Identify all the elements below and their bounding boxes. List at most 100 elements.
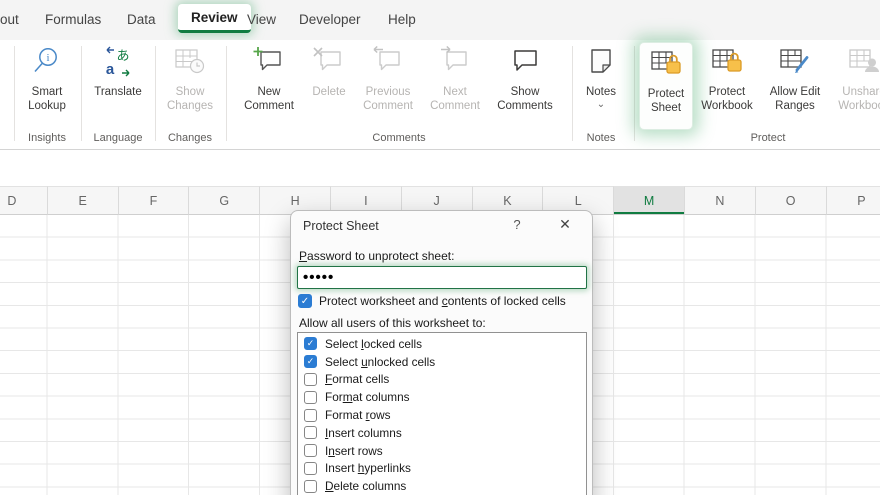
next-comment-icon (438, 46, 472, 83)
formula-bar-area (0, 150, 880, 186)
previous-comment-icon (371, 46, 405, 83)
ribbon-button-label: Protect Sheet (640, 87, 692, 115)
protect-option-row[interactable]: Delete columns (298, 477, 586, 495)
protect-sheet-button[interactable]: Protect Sheet (640, 43, 692, 129)
protect-option-row[interactable]: ✓ Select locked cells (298, 335, 586, 353)
group-divider (226, 46, 227, 141)
option-label: Format cells (325, 372, 389, 386)
protect-option-row[interactable]: Format rows (298, 406, 586, 424)
ribbon-button-label: Previous Comment (351, 85, 425, 113)
allow-edit-ranges-icon (778, 46, 812, 83)
option-checkbox[interactable] (304, 480, 317, 493)
option-checkbox[interactable] (304, 426, 317, 439)
next-comment-button[interactable]: Next Comment (418, 46, 492, 113)
excel-window: out Formulas Data Review View Developer … (0, 0, 880, 495)
smart-lookup-button[interactable]: i Smart Lookup (16, 46, 78, 113)
allow-users-label: Allow all users of this worksheet to: (299, 316, 486, 330)
previous-comment-button[interactable]: Previous Comment (351, 46, 425, 113)
group-divider (155, 46, 156, 141)
new-comment-icon (252, 46, 286, 83)
show-comments-button[interactable]: Show Comments (488, 46, 562, 113)
option-label: Insert hyperlinks (325, 461, 411, 475)
password-input[interactable] (297, 266, 587, 289)
tab-developer[interactable]: Developer (299, 12, 361, 27)
option-checkbox[interactable] (304, 373, 317, 386)
option-checkbox[interactable] (304, 409, 317, 422)
protect-workbook-button[interactable]: Protect Workbook (696, 46, 758, 113)
svg-text:あ: あ (116, 48, 129, 63)
group-label-changes: Changes (142, 132, 238, 144)
protect-option-row[interactable]: Insert columns (298, 424, 586, 442)
protect-option-row[interactable]: Insert hyperlinks (298, 460, 586, 478)
translate-button[interactable]: あ a Translate (87, 46, 149, 99)
ribbon-button-label: Unshare Workbook (829, 85, 880, 113)
protect-sheet-icon (649, 48, 683, 85)
option-checkbox[interactable] (304, 444, 317, 457)
ribbon-button-label: Show Comments (488, 85, 562, 113)
help-icon[interactable]: ? (507, 217, 527, 232)
allow-edit-ranges-button[interactable]: Allow Edit Ranges (758, 46, 832, 113)
protect-option-row[interactable]: Format cells (298, 371, 586, 389)
option-label: Insert rows (325, 444, 383, 458)
option-label: Select unlocked cells (325, 355, 435, 369)
protect-worksheet-checkbox-row[interactable]: ✓ Protect worksheet and contents of lock… (298, 294, 566, 308)
protect-worksheet-checkbox[interactable]: ✓ (298, 294, 312, 308)
group-label-comments: Comments (351, 132, 447, 144)
notes-button[interactable]: Notes ⌄ (570, 46, 632, 109)
column-header-D[interactable]: D (0, 186, 48, 215)
group-label-protect: Protect (720, 132, 816, 144)
option-label: Delete columns (325, 479, 406, 493)
show-comments-icon (508, 46, 542, 83)
option-checkbox[interactable] (304, 391, 317, 404)
column-header-N[interactable]: N (685, 186, 756, 215)
chevron-down-icon: ⌄ (597, 101, 605, 109)
option-label: Format columns (325, 390, 410, 404)
ribbon-button-label: Notes (586, 85, 616, 99)
new-comment-button[interactable]: New Comment (238, 46, 300, 113)
protect-sheet-dialog: Protect Sheet ? ✕ Password to unprotect … (290, 210, 593, 495)
dialog-title: Protect Sheet (303, 219, 379, 233)
option-checkbox[interactable]: ✓ (304, 355, 317, 368)
tab-data[interactable]: Data (127, 12, 156, 27)
unshare-workbook-button[interactable]: Unshare Workbook (829, 46, 880, 113)
tab-review[interactable]: Review (178, 4, 251, 33)
ribbon-tab-bar: out Formulas Data Review View Developer … (0, 0, 880, 40)
column-header-G[interactable]: G (189, 186, 260, 215)
tab-formulas[interactable]: Formulas (45, 12, 101, 27)
option-checkbox[interactable]: ✓ (304, 337, 317, 350)
group-divider (14, 46, 15, 141)
group-divider (634, 46, 635, 141)
protect-option-row[interactable]: Format columns (298, 388, 586, 406)
close-icon[interactable]: ✕ (553, 216, 577, 233)
tab-view[interactable]: View (247, 12, 276, 27)
delete-comment-icon (312, 46, 346, 83)
option-label: Format rows (325, 408, 391, 422)
ribbon: i Smart Lookup あ a Translate (0, 40, 880, 150)
protect-worksheet-label: Protect worksheet and contents of locked… (319, 294, 566, 308)
notes-icon (584, 46, 618, 83)
password-label: Password to unprotect sheet: (299, 249, 454, 263)
ribbon-button-label: Show Changes (159, 85, 221, 113)
ribbon-button-label: New Comment (238, 85, 300, 113)
column-header-M[interactable]: M (614, 186, 685, 215)
protect-option-row[interactable]: ✓ Select unlocked cells (298, 353, 586, 371)
group-label-notes: Notes (553, 132, 649, 144)
ribbon-button-label: Protect Workbook (696, 85, 758, 113)
ribbon-button-label: Delete (312, 85, 345, 99)
show-changes-icon (173, 46, 207, 83)
protect-option-row[interactable]: Insert rows (298, 442, 586, 460)
column-header-F[interactable]: F (119, 186, 190, 215)
allow-options-list[interactable]: ✓ Select locked cells ✓ Select unlocked cel… (297, 332, 587, 495)
column-header-P[interactable]: P (827, 186, 880, 215)
tab-help[interactable]: Help (388, 12, 416, 27)
option-checkbox[interactable] (304, 462, 317, 475)
show-changes-button[interactable]: Show Changes (159, 46, 221, 113)
column-header-E[interactable]: E (48, 186, 119, 215)
column-header-O[interactable]: O (756, 186, 827, 215)
ribbon-button-label: Smart Lookup (16, 85, 78, 113)
option-label: Insert columns (325, 426, 402, 440)
protect-workbook-icon (710, 46, 744, 83)
tab-layout-partial[interactable]: out (0, 12, 19, 27)
svg-text:i: i (46, 52, 49, 64)
option-label: Select locked cells (325, 337, 422, 351)
